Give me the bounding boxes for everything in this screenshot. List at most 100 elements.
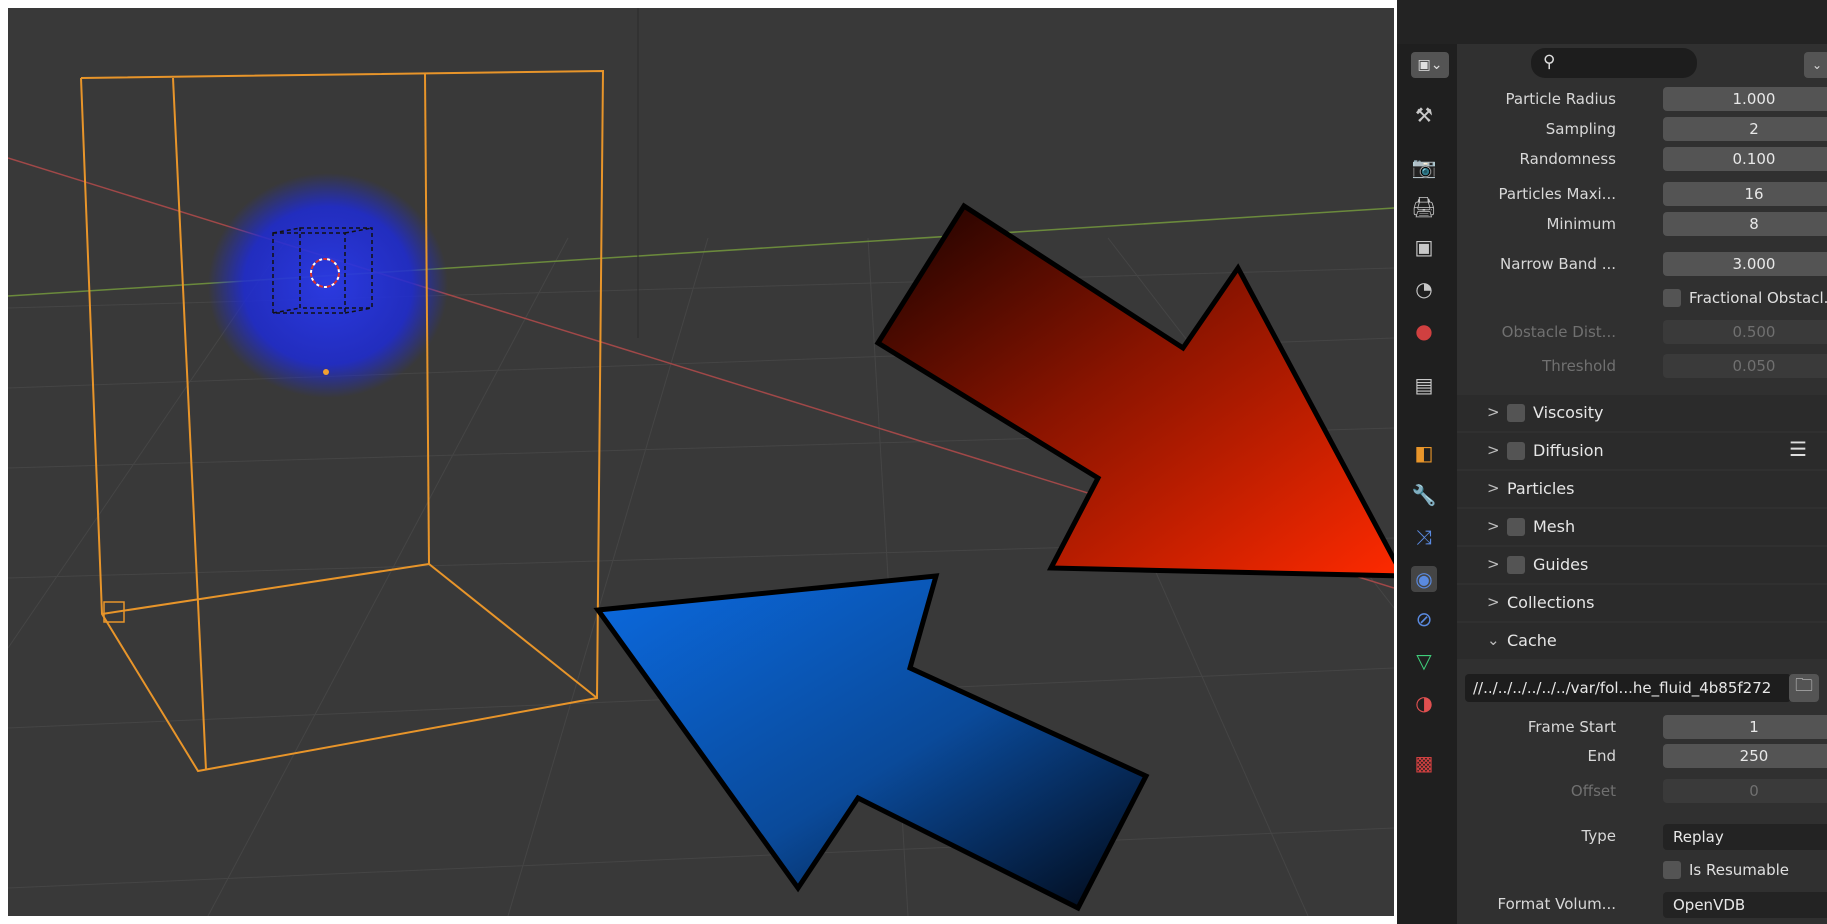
blue-arrow-annotation (593, 573, 1150, 912)
texture-tab-icon[interactable]: ▩ (1411, 750, 1437, 776)
offset-field[interactable]: 0 (1663, 779, 1827, 803)
threshold-row: Threshold 0.050 (1457, 352, 1827, 380)
section-collections[interactable]: > Collections (1457, 585, 1827, 621)
format-volumes-label: Format Volum... (1497, 895, 1617, 913)
frame-start-field[interactable]: 1 (1663, 715, 1827, 739)
mesh-label: Mesh (1533, 517, 1576, 536)
particles-tab-icon[interactable]: ⤨ (1411, 524, 1437, 550)
minimum-label: Minimum (1546, 215, 1616, 233)
properties-editor: ⚒ 📷 🖨 ▣ ◔ ● ▤ ◧ 🔧 ⤨ ◉ ⊘ ▽ ◑ ▩ ▣⌄ ⚲ ⌄ Par… (1397, 0, 1827, 924)
properties-tab-column: ⚒ 📷 🖨 ▣ ◔ ● ▤ ◧ 🔧 ⤨ ◉ ⊘ ▽ ◑ ▩ (1397, 44, 1457, 924)
viscosity-checkbox[interactable] (1507, 404, 1525, 422)
chevron-right-icon: > (1487, 403, 1500, 421)
viewport-scene (8, 8, 1394, 916)
is-resumable-checkbox[interactable] (1663, 861, 1681, 879)
object-tab-icon[interactable]: ◧ (1411, 440, 1437, 466)
section-diffusion[interactable]: > Diffusion ☰ (1457, 433, 1827, 469)
folder-icon[interactable]: 🗀 (1789, 674, 1819, 702)
obstacle-distance-label: Obstacle Dist... (1501, 323, 1616, 341)
presets-list-icon[interactable]: ☰ (1789, 437, 1807, 461)
format-volumes-value: OpenVDB (1673, 896, 1746, 914)
obstacle-distance-row: Obstacle Dist... 0.500 (1457, 318, 1827, 346)
chevron-right-icon: > (1487, 441, 1500, 459)
viscosity-label: Viscosity (1533, 403, 1604, 422)
sampling-label: Sampling (1545, 120, 1616, 138)
fractional-obstacles-row: Fractional Obstacl... (1457, 285, 1827, 311)
collection-tab-icon[interactable]: ▤ (1411, 372, 1437, 398)
editor-type-dropdown[interactable]: ▣⌄ (1411, 52, 1449, 78)
section-mesh[interactable]: > Mesh (1457, 509, 1827, 545)
diffusion-checkbox[interactable] (1507, 442, 1525, 460)
is-resumable-row: Is Resumable (1457, 857, 1827, 883)
randomness-row: Randomness 0.100 (1457, 145, 1827, 173)
fractional-obstacles-label: Fractional Obstacl... (1689, 289, 1827, 307)
world-tab-icon[interactable]: ● (1411, 318, 1437, 344)
format-volumes-row: Format Volum... OpenVDB ⌄ (1457, 890, 1827, 918)
sampling-row: Sampling 2 (1457, 115, 1827, 143)
scene-tab-icon[interactable]: ◔ (1411, 276, 1437, 302)
mesh-checkbox[interactable] (1507, 518, 1525, 536)
cache-type-dropdown[interactable]: Replay ⌄ (1663, 824, 1827, 850)
narrow-band-row: Narrow Band ... 3.000 (1457, 250, 1827, 278)
frame-start-row: Frame Start 1 (1457, 713, 1827, 741)
section-particles[interactable]: > Particles (1457, 471, 1827, 507)
modifier-tab-icon[interactable]: 🔧 (1411, 482, 1437, 508)
material-tab-icon[interactable]: ◑ (1411, 690, 1437, 716)
particle-radius-row: Particle Radius 1.000 (1457, 85, 1827, 113)
frame-end-field[interactable]: 250 (1663, 744, 1827, 768)
physics-tab-icon[interactable]: ◉ (1411, 566, 1437, 592)
search-input[interactable]: ⚲ (1531, 48, 1697, 78)
red-arrow-annotation (874, 202, 1394, 579)
chevron-right-icon: > (1487, 593, 1500, 611)
sampling-field[interactable]: 2 (1663, 117, 1827, 141)
guides-label: Guides (1533, 555, 1589, 574)
frame-end-label: End (1587, 747, 1616, 765)
fluid-particles (208, 173, 448, 398)
particles-label: Particles (1507, 479, 1575, 498)
cache-type-label: Type (1581, 827, 1616, 845)
is-resumable-label: Is Resumable (1689, 861, 1790, 879)
particles-max-row: Particles Maxi... 16 (1457, 180, 1827, 208)
3d-viewport[interactable] (8, 8, 1394, 916)
threshold-label: Threshold (1542, 357, 1616, 375)
section-cache[interactable]: ⌄ Cache (1457, 623, 1827, 659)
threshold-field[interactable]: 0.050 (1663, 354, 1827, 378)
diffusion-label: Diffusion (1533, 441, 1604, 460)
cache-label: Cache (1507, 631, 1557, 650)
randomness-field[interactable]: 0.100 (1663, 147, 1827, 171)
randomness-label: Randomness (1519, 150, 1616, 168)
fractional-obstacles-checkbox[interactable] (1663, 289, 1681, 307)
narrow-band-field[interactable]: 3.000 (1663, 252, 1827, 276)
cache-type-value: Replay (1673, 828, 1724, 846)
chevron-down-icon: ⌄ (1487, 631, 1500, 649)
minimum-row: Minimum 8 (1457, 210, 1827, 238)
obstacle-distance-field[interactable]: 0.500 (1663, 320, 1827, 344)
format-volumes-dropdown[interactable]: OpenVDB ⌄ (1663, 892, 1827, 918)
render-tab-icon[interactable]: 📷 (1411, 154, 1437, 180)
data-tab-icon[interactable]: ▽ (1411, 648, 1437, 674)
narrow-band-label: Narrow Band ... (1500, 255, 1616, 273)
view-layer-tab-icon[interactable]: ▣ (1411, 234, 1437, 260)
particles-max-label: Particles Maxi... (1498, 185, 1617, 203)
guides-checkbox[interactable] (1507, 556, 1525, 574)
offset-label: Offset (1570, 782, 1616, 800)
offset-row: Offset 0 (1457, 777, 1827, 805)
search-icon: ⚲ (1543, 52, 1556, 72)
object-origin (323, 369, 329, 375)
cache-directory-field[interactable]: //../../../../../../var/fol...he_fluid_4… (1465, 674, 1791, 702)
chevron-right-icon: > (1487, 517, 1500, 535)
tool-tab-icon[interactable]: ⚒ (1411, 102, 1437, 128)
frame-start-label: Frame Start (1527, 718, 1616, 736)
minimum-field[interactable]: 8 (1663, 212, 1827, 236)
constraints-tab-icon[interactable]: ⊘ (1411, 606, 1437, 632)
section-viscosity[interactable]: > Viscosity (1457, 395, 1827, 431)
properties-header-bar (1397, 0, 1827, 44)
output-tab-icon[interactable]: 🖨 (1411, 194, 1437, 220)
frame-end-row: End 250 (1457, 742, 1827, 770)
collections-label: Collections (1507, 593, 1595, 612)
particles-max-field[interactable]: 16 (1663, 182, 1827, 206)
section-guides[interactable]: > Guides (1457, 547, 1827, 583)
cache-type-row: Type Replay ⌄ (1457, 822, 1827, 850)
particle-radius-field[interactable]: 1.000 (1663, 87, 1827, 111)
chevron-down-icon[interactable]: ⌄ (1804, 52, 1827, 78)
